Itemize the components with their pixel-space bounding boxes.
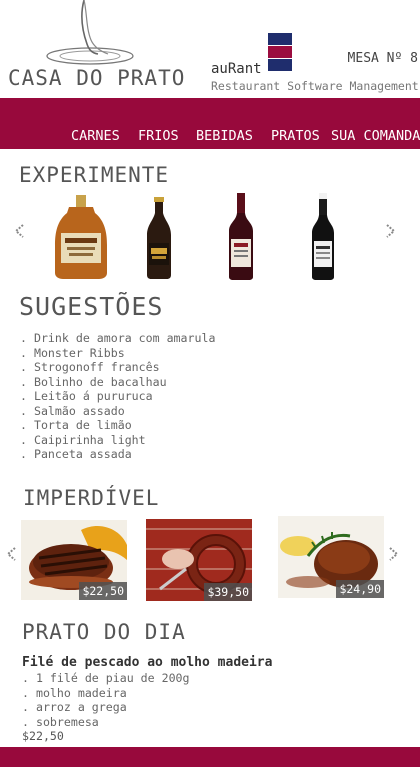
port-wine-bottle-icon[interactable] (309, 193, 337, 281)
nav-item-frios[interactable]: FRIOS (138, 128, 179, 144)
list-item[interactable]: . Drink de amora com amarula (20, 331, 215, 346)
list-item[interactable]: . Monster Ribbs (20, 346, 215, 361)
list-item: . arroz a grega (22, 700, 127, 714)
chef-hat-plate-logo-icon (46, 0, 134, 65)
dish-card[interactable]: $22,50 (21, 520, 127, 600)
list-item[interactable]: . Strogonoff francês (20, 360, 215, 375)
list-item[interactable]: . Salmão assado (20, 404, 215, 419)
dish-of-the-day-name: Filé de pescado ao molho madeira (22, 655, 273, 670)
price-badge: $24,90 (336, 580, 384, 598)
food-carousel-prev-arrow-icon[interactable] (5, 547, 19, 561)
list-item: . sobremesa (22, 714, 99, 729)
header: CASA DO PRATO auRant Restaurant Software… (0, 0, 420, 98)
list-item[interactable]: . Bolinho de bacalhau (20, 375, 215, 390)
brand-flag-icon (268, 33, 292, 71)
brand-tagline: Restaurant Software Management (211, 79, 419, 93)
carousel-prev-arrow-icon[interactable] (13, 224, 27, 238)
footer-bar (0, 747, 420, 767)
dark-beer-bottle-icon[interactable] (143, 193, 175, 281)
dish-card[interactable]: $39,50 (146, 519, 252, 601)
food-carousel-next-arrow-icon[interactable] (386, 547, 400, 561)
brand-name: auRant (211, 61, 262, 77)
whisky-bottle-icon[interactable] (47, 193, 115, 281)
list-item: . molho madeira (22, 685, 127, 700)
red-wine-bottle-icon[interactable] (226, 193, 256, 281)
table-number: MESA Nº 8 (347, 51, 418, 66)
price-badge: $39,50 (204, 583, 252, 601)
list-item[interactable]: . Panceta assada (20, 447, 215, 462)
price-badge: $22,50 (79, 582, 127, 600)
category-nav: CARNES FRIOS BEBIDAS PRATOS SUA COMANDA (0, 98, 420, 149)
dish-card[interactable]: $24,90 (278, 516, 384, 598)
nav-item-carnes[interactable]: CARNES (71, 128, 120, 144)
dish-of-the-day-price: $22,50 (22, 729, 64, 743)
list-item[interactable]: . Leitão á pururuca (20, 389, 215, 404)
section-title-imperdivel: IMPERDÍVEL (23, 486, 160, 510)
restaurant-name: CASA DO PRATO (8, 66, 186, 90)
list-item[interactable]: . Caipirinha light (20, 433, 215, 448)
dish-of-the-day-items: . 1 filé de piau de 200g . molho madeira… (22, 671, 190, 729)
carousel-next-arrow-icon[interactable] (383, 224, 397, 238)
nav-item-bebidas[interactable]: BEBIDAS (196, 128, 253, 144)
list-item[interactable]: . Torta de limão (20, 418, 215, 433)
section-title-experimente: EXPERIMENTE (19, 163, 170, 187)
list-item: . 1 filé de piau de 200g (22, 671, 190, 685)
section-title-sugestoes: SUGESTÕES (19, 292, 164, 321)
nav-item-pratos[interactable]: PRATOS (271, 128, 320, 144)
section-title-prato-do-dia: PRATO DO DIA (22, 620, 186, 644)
nav-item-sua-comanda[interactable]: SUA COMANDA (331, 128, 420, 144)
suggestions-list: . Drink de amora com amarula . Monster R… (20, 331, 215, 462)
